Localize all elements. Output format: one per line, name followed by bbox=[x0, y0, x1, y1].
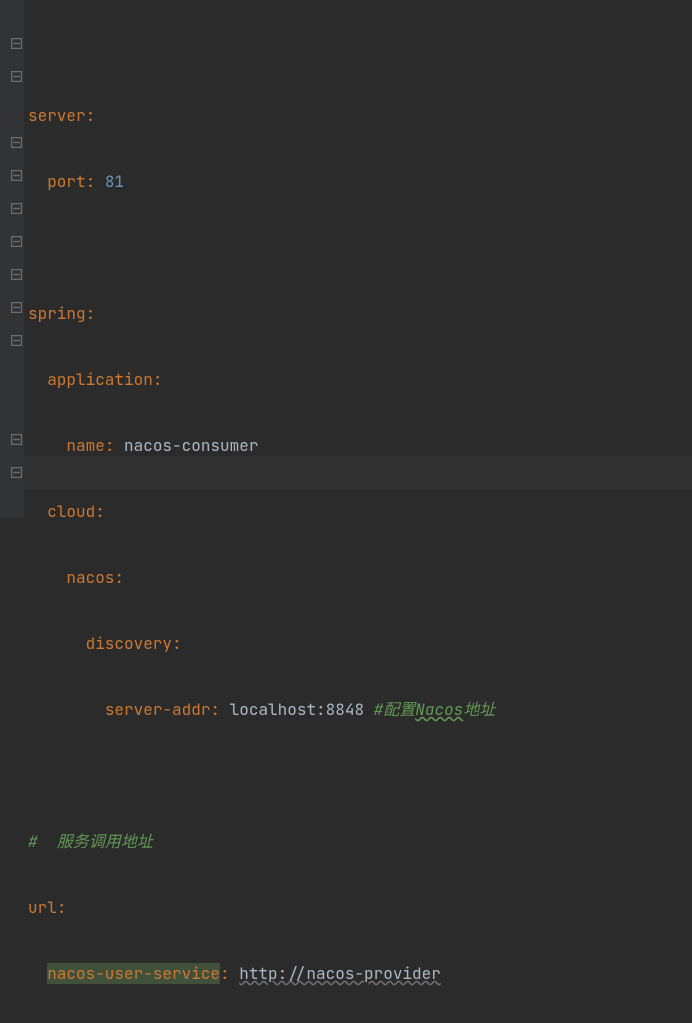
yaml-key: nacos bbox=[66, 567, 114, 588]
code-line: # 服务调用地址 bbox=[28, 825, 495, 858]
fold-icon[interactable] bbox=[10, 169, 22, 181]
code-line: name: nacos-consumer bbox=[28, 429, 495, 462]
yaml-key: discovery bbox=[86, 633, 172, 654]
code-line: spring: bbox=[28, 297, 495, 330]
fold-icon[interactable] bbox=[10, 70, 22, 82]
fold-icon[interactable] bbox=[10, 235, 22, 247]
fold-icon[interactable] bbox=[10, 466, 22, 478]
yaml-comment: # 服务调用地址 bbox=[28, 831, 153, 852]
yaml-key: server-addr bbox=[105, 699, 211, 720]
fold-icon[interactable] bbox=[10, 301, 22, 313]
yaml-key: spring bbox=[28, 303, 86, 324]
code-line: server-addr: localhost:8848 #配置Nacos地址 bbox=[28, 693, 495, 726]
fold-icon[interactable] bbox=[10, 136, 22, 148]
yaml-key: cloud bbox=[47, 501, 95, 522]
yaml-key: nacos-user-service bbox=[47, 963, 220, 984]
fold-icon[interactable] bbox=[10, 268, 22, 280]
yaml-key: name bbox=[66, 435, 104, 456]
code-line: server: bbox=[28, 99, 495, 132]
code-line: application: bbox=[28, 363, 495, 396]
yaml-value: localhost:8848 bbox=[230, 699, 364, 720]
fold-icon[interactable] bbox=[10, 37, 22, 49]
yaml-key: url bbox=[28, 897, 57, 918]
code-line: port: 81 bbox=[28, 165, 495, 198]
yaml-value: http://nacos-provider bbox=[239, 963, 441, 984]
editor-gutter bbox=[0, 0, 24, 518]
code-line: nacos: bbox=[28, 561, 495, 594]
code-line: url: bbox=[28, 891, 495, 924]
code-line: discovery: bbox=[28, 627, 495, 660]
fold-icon[interactable] bbox=[10, 202, 22, 214]
yaml-value: nacos-consumer bbox=[124, 435, 258, 456]
code-editor[interactable]: server: port: 81 spring: application: na… bbox=[24, 0, 495, 1023]
yaml-key: server bbox=[28, 105, 86, 126]
yaml-value: 81 bbox=[105, 171, 124, 192]
code-line: nacos-user-service: http://nacos-provide… bbox=[28, 957, 495, 990]
fold-icon[interactable] bbox=[10, 433, 22, 445]
yaml-comment: #配置Nacos地址 bbox=[374, 699, 496, 720]
yaml-key: application bbox=[47, 369, 153, 390]
fold-icon[interactable] bbox=[10, 334, 22, 346]
yaml-key: port bbox=[47, 171, 85, 192]
code-line: cloud: bbox=[28, 495, 495, 528]
